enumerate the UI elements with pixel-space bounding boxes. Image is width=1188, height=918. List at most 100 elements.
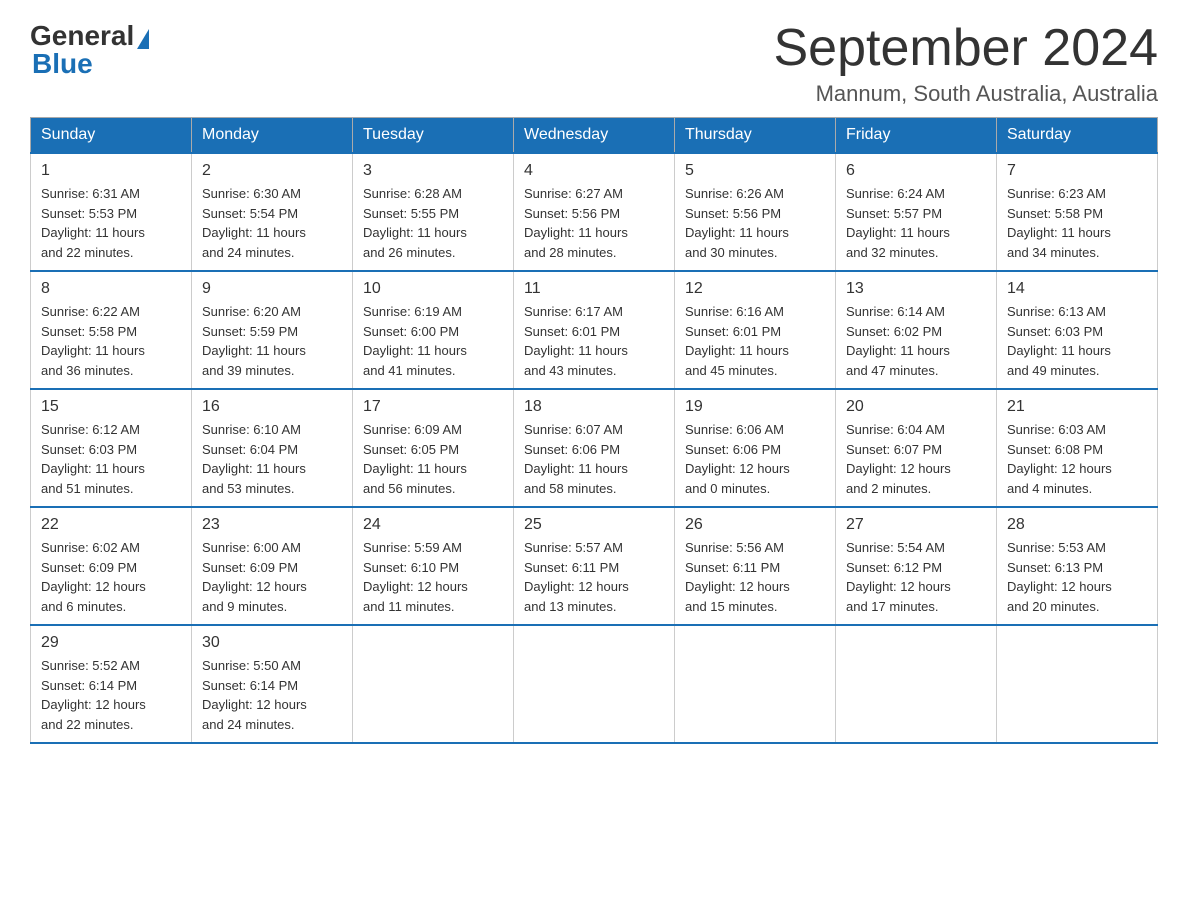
- day-info: Sunrise: 6:13 AM Sunset: 6:03 PM Dayligh…: [1007, 302, 1147, 380]
- day-info: Sunrise: 6:09 AM Sunset: 6:05 PM Dayligh…: [363, 420, 503, 498]
- calendar-header-monday: Monday: [192, 118, 353, 154]
- calendar-header-sunday: Sunday: [31, 118, 192, 154]
- calendar-cell: [997, 625, 1158, 743]
- day-info: Sunrise: 6:23 AM Sunset: 5:58 PM Dayligh…: [1007, 184, 1147, 262]
- calendar-table: SundayMondayTuesdayWednesdayThursdayFrid…: [30, 117, 1158, 744]
- calendar-cell: 23 Sunrise: 6:00 AM Sunset: 6:09 PM Dayli…: [192, 507, 353, 625]
- calendar-cell: [675, 625, 836, 743]
- day-number: 18: [524, 398, 664, 416]
- calendar-cell: 12 Sunrise: 6:16 AM Sunset: 6:01 PM Dayli…: [675, 271, 836, 389]
- day-number: 8: [41, 280, 181, 298]
- day-info: Sunrise: 5:54 AM Sunset: 6:12 PM Dayligh…: [846, 538, 986, 616]
- calendar-cell: 20 Sunrise: 6:04 AM Sunset: 6:07 PM Dayli…: [836, 389, 997, 507]
- day-info: Sunrise: 6:24 AM Sunset: 5:57 PM Dayligh…: [846, 184, 986, 262]
- calendar-cell: 7 Sunrise: 6:23 AM Sunset: 5:58 PM Daylig…: [997, 153, 1158, 271]
- logo: General Blue: [30, 20, 149, 80]
- title-section: September 2024 Mannum, South Australia, …: [774, 20, 1159, 107]
- calendar-cell: 8 Sunrise: 6:22 AM Sunset: 5:58 PM Daylig…: [31, 271, 192, 389]
- day-info: Sunrise: 6:31 AM Sunset: 5:53 PM Dayligh…: [41, 184, 181, 262]
- calendar-cell: 6 Sunrise: 6:24 AM Sunset: 5:57 PM Daylig…: [836, 153, 997, 271]
- day-info: Sunrise: 6:30 AM Sunset: 5:54 PM Dayligh…: [202, 184, 342, 262]
- day-number: 7: [1007, 162, 1147, 180]
- day-number: 30: [202, 634, 342, 652]
- day-info: Sunrise: 6:04 AM Sunset: 6:07 PM Dayligh…: [846, 420, 986, 498]
- calendar-cell: 10 Sunrise: 6:19 AM Sunset: 6:00 PM Dayli…: [353, 271, 514, 389]
- day-number: 4: [524, 162, 664, 180]
- calendar-header-row: SundayMondayTuesdayWednesdayThursdayFrid…: [31, 118, 1158, 154]
- logo-blue-text: Blue: [32, 48, 93, 80]
- day-number: 15: [41, 398, 181, 416]
- calendar-week-row-1: 1 Sunrise: 6:31 AM Sunset: 5:53 PM Daylig…: [31, 153, 1158, 271]
- day-number: 13: [846, 280, 986, 298]
- calendar-header-wednesday: Wednesday: [514, 118, 675, 154]
- day-info: Sunrise: 6:27 AM Sunset: 5:56 PM Dayligh…: [524, 184, 664, 262]
- calendar-week-row-4: 22 Sunrise: 6:02 AM Sunset: 6:09 PM Dayli…: [31, 507, 1158, 625]
- day-number: 6: [846, 162, 986, 180]
- calendar-cell: 3 Sunrise: 6:28 AM Sunset: 5:55 PM Daylig…: [353, 153, 514, 271]
- day-number: 24: [363, 516, 503, 534]
- day-info: Sunrise: 6:14 AM Sunset: 6:02 PM Dayligh…: [846, 302, 986, 380]
- day-info: Sunrise: 6:12 AM Sunset: 6:03 PM Dayligh…: [41, 420, 181, 498]
- day-number: 26: [685, 516, 825, 534]
- month-title: September 2024: [774, 20, 1159, 77]
- day-info: Sunrise: 6:02 AM Sunset: 6:09 PM Dayligh…: [41, 538, 181, 616]
- calendar-cell: 16 Sunrise: 6:10 AM Sunset: 6:04 PM Dayli…: [192, 389, 353, 507]
- day-info: Sunrise: 6:22 AM Sunset: 5:58 PM Dayligh…: [41, 302, 181, 380]
- day-info: Sunrise: 6:10 AM Sunset: 6:04 PM Dayligh…: [202, 420, 342, 498]
- day-number: 23: [202, 516, 342, 534]
- day-info: Sunrise: 6:07 AM Sunset: 6:06 PM Dayligh…: [524, 420, 664, 498]
- day-info: Sunrise: 5:53 AM Sunset: 6:13 PM Dayligh…: [1007, 538, 1147, 616]
- calendar-cell: 11Sunrise: 6:17 AM Sunset: 6:01 PM Dayli…: [514, 271, 675, 389]
- calendar-cell: 9 Sunrise: 6:20 AM Sunset: 5:59 PM Daylig…: [192, 271, 353, 389]
- calendar-cell: 17 Sunrise: 6:09 AM Sunset: 6:05 PM Dayli…: [353, 389, 514, 507]
- calendar-cell: 18 Sunrise: 6:07 AM Sunset: 6:06 PM Dayli…: [514, 389, 675, 507]
- calendar-week-row-3: 15 Sunrise: 6:12 AM Sunset: 6:03 PM Dayli…: [31, 389, 1158, 507]
- calendar-cell: [353, 625, 514, 743]
- day-number: 17: [363, 398, 503, 416]
- day-number: 19: [685, 398, 825, 416]
- page-header: General Blue September 2024 Mannum, Sout…: [30, 20, 1158, 107]
- day-number: 5: [685, 162, 825, 180]
- day-number: 20: [846, 398, 986, 416]
- calendar-cell: 15 Sunrise: 6:12 AM Sunset: 6:03 PM Dayli…: [31, 389, 192, 507]
- calendar-cell: 25Sunrise: 5:57 AM Sunset: 6:11 PM Dayli…: [514, 507, 675, 625]
- day-info: Sunrise: 5:59 AM Sunset: 6:10 PM Dayligh…: [363, 538, 503, 616]
- day-info: Sunrise: 6:19 AM Sunset: 6:00 PM Dayligh…: [363, 302, 503, 380]
- calendar-cell: [514, 625, 675, 743]
- day-number: 12: [685, 280, 825, 298]
- location: Mannum, South Australia, Australia: [774, 81, 1159, 107]
- calendar-cell: 28 Sunrise: 5:53 AM Sunset: 6:13 PM Dayli…: [997, 507, 1158, 625]
- calendar-cell: 30 Sunrise: 5:50 AM Sunset: 6:14 PM Dayli…: [192, 625, 353, 743]
- day-info: Sunrise: 6:20 AM Sunset: 5:59 PM Dayligh…: [202, 302, 342, 380]
- day-info: Sunrise: 6:03 AM Sunset: 6:08 PM Dayligh…: [1007, 420, 1147, 498]
- day-number: 16: [202, 398, 342, 416]
- day-info: Sunrise: 5:52 AM Sunset: 6:14 PM Dayligh…: [41, 656, 181, 734]
- day-number: 10: [363, 280, 503, 298]
- calendar-cell: 4 Sunrise: 6:27 AM Sunset: 5:56 PM Daylig…: [514, 153, 675, 271]
- calendar-header-friday: Friday: [836, 118, 997, 154]
- day-number: 28: [1007, 516, 1147, 534]
- calendar-week-row-5: 29Sunrise: 5:52 AM Sunset: 6:14 PM Dayli…: [31, 625, 1158, 743]
- day-info: Sunrise: 6:26 AM Sunset: 5:56 PM Dayligh…: [685, 184, 825, 262]
- calendar-cell: [836, 625, 997, 743]
- day-number: 14: [1007, 280, 1147, 298]
- calendar-cell: 19Sunrise: 6:06 AM Sunset: 6:06 PM Dayli…: [675, 389, 836, 507]
- calendar-header-saturday: Saturday: [997, 118, 1158, 154]
- calendar-cell: 1 Sunrise: 6:31 AM Sunset: 5:53 PM Daylig…: [31, 153, 192, 271]
- calendar-cell: 24 Sunrise: 5:59 AM Sunset: 6:10 PM Dayli…: [353, 507, 514, 625]
- day-number: 3: [363, 162, 503, 180]
- day-info: Sunrise: 6:28 AM Sunset: 5:55 PM Dayligh…: [363, 184, 503, 262]
- day-number: 22: [41, 516, 181, 534]
- day-number: 9: [202, 280, 342, 298]
- day-number: 25: [524, 516, 664, 534]
- day-number: 1: [41, 162, 181, 180]
- day-info: Sunrise: 5:50 AM Sunset: 6:14 PM Dayligh…: [202, 656, 342, 734]
- calendar-cell: 13 Sunrise: 6:14 AM Sunset: 6:02 PM Dayli…: [836, 271, 997, 389]
- calendar-cell: 27 Sunrise: 5:54 AM Sunset: 6:12 PM Dayli…: [836, 507, 997, 625]
- day-number: 11: [524, 280, 664, 298]
- calendar-cell: 21Sunrise: 6:03 AM Sunset: 6:08 PM Dayli…: [997, 389, 1158, 507]
- day-info: Sunrise: 6:16 AM Sunset: 6:01 PM Dayligh…: [685, 302, 825, 380]
- day-info: Sunrise: 6:00 AM Sunset: 6:09 PM Dayligh…: [202, 538, 342, 616]
- day-number: 27: [846, 516, 986, 534]
- calendar-cell: 26Sunrise: 5:56 AM Sunset: 6:11 PM Dayli…: [675, 507, 836, 625]
